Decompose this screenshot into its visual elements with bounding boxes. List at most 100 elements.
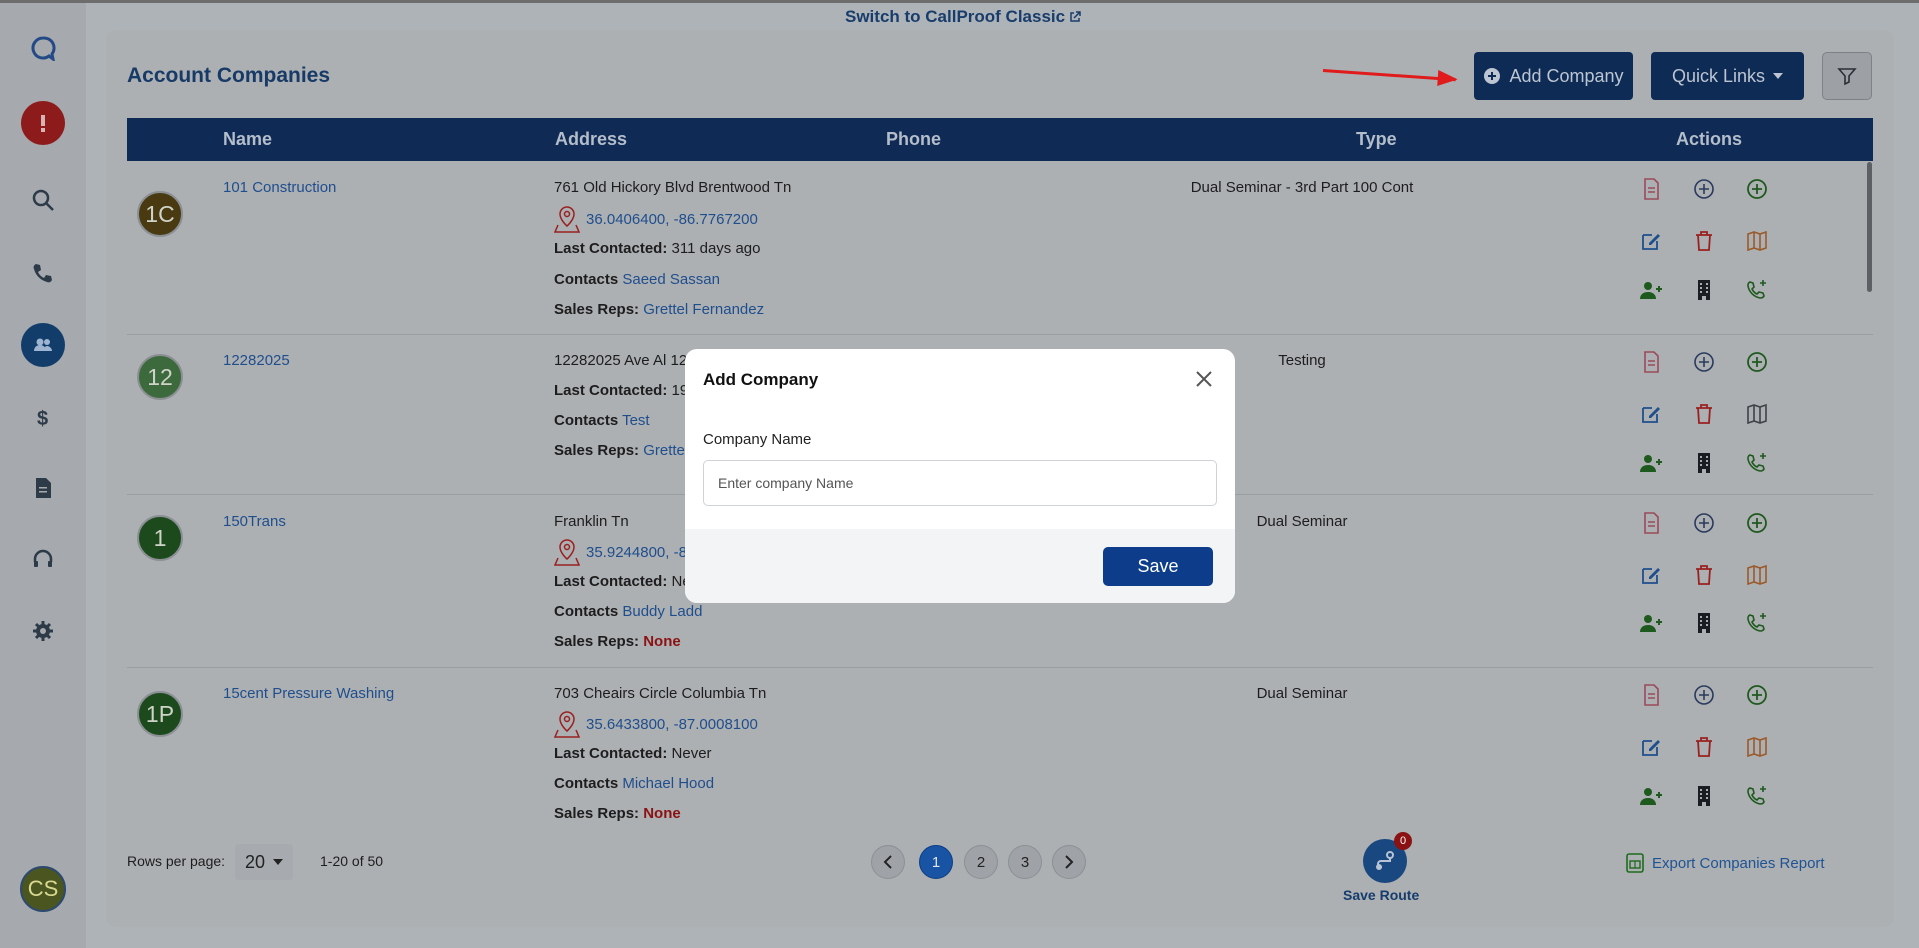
add-circle-icon[interactable] [1691,682,1717,708]
table-scrollbar[interactable] [1867,162,1872,292]
company-avatar: 1P [137,691,183,737]
user-avatar[interactable]: CS [20,866,66,912]
next-page-button[interactable] [1052,845,1086,879]
add-green-icon[interactable] [1744,510,1770,536]
switch-classic-link[interactable]: Switch to CallProof Classic [845,7,1081,27]
sales-rep-link[interactable]: Grettel [643,442,688,459]
export-report-label: Export Companies Report [1652,854,1825,872]
save-button[interactable]: Save [1103,547,1213,586]
sales-rep-link[interactable]: Grettel Fernandez [643,301,764,318]
add-contact-icon[interactable] [1638,450,1664,476]
edit-icon[interactable] [1638,734,1664,760]
company-type: Dual Seminar - 3rd Part 100 Cont [1190,179,1414,196]
company-name-link[interactable]: 150Trans [223,513,286,530]
coords-link[interactable]: 35.9244800, -8 [586,544,687,561]
delete-icon[interactable] [1691,734,1717,760]
add-circle-icon[interactable] [1691,349,1717,375]
gear-icon[interactable] [21,609,65,653]
company-name-link[interactable]: 15cent Pressure Washing [223,685,394,702]
dollar-icon[interactable]: $ [21,395,65,439]
edit-icon[interactable] [1638,401,1664,427]
coords-link[interactable]: 36.0406400, -86.7767200 [586,211,758,228]
add-circle-icon[interactable] [1691,510,1717,536]
add-green-icon[interactable] [1744,349,1770,375]
export-report-link[interactable]: Export Companies Report [1626,853,1825,873]
notes-icon[interactable] [1638,176,1664,202]
company-name-link[interactable]: 12282025 [223,352,290,369]
close-icon[interactable] [1190,365,1218,393]
coords-link[interactable]: 35.6433800, -87.0008100 [586,716,758,733]
edit-icon[interactable] [1638,562,1664,588]
prev-page-button[interactable] [871,845,905,879]
add-contact-icon[interactable] [1638,277,1664,303]
alert-icon[interactable] [21,101,65,145]
map-icon[interactable] [1744,734,1770,760]
map-icon[interactable] [1744,401,1770,427]
header-name[interactable]: Name [223,129,272,150]
company-name-link[interactable]: 101 Construction [223,179,336,196]
contact-link[interactable]: Buddy Ladd [622,603,702,620]
rows-per-page-select[interactable]: 20 [235,844,293,880]
add-call-icon[interactable] [1744,450,1770,476]
building-icon[interactable] [1691,450,1717,476]
page-button-3[interactable]: 3 [1008,845,1042,879]
last-contacted-value: 311 days ago [671,240,761,257]
save-route-label[interactable]: Save Route [1343,887,1419,903]
rows-per-page-value: 20 [244,851,266,872]
page-button-2[interactable]: 2 [964,845,998,879]
building-icon[interactable] [1691,783,1717,809]
delete-icon[interactable] [1691,562,1717,588]
quick-links-button[interactable]: Quick Links [1651,52,1804,100]
contact-link[interactable]: Michael Hood [622,775,714,792]
company-address: 703 Cheairs Circle Columbia Tn [554,685,767,702]
company-coords[interactable]: 35.6433800, -87.0008100 [554,710,758,738]
building-icon[interactable] [1691,277,1717,303]
add-contact-icon[interactable] [1638,610,1664,636]
page-range: 1-20 of 50 [320,853,384,869]
building-icon[interactable] [1691,610,1717,636]
edit-icon[interactable] [1638,228,1664,254]
company-name-input[interactable] [703,460,1217,506]
company-coords[interactable]: 36.0406400, -86.7767200 [554,205,758,233]
add-contact-icon[interactable] [1638,783,1664,809]
document-icon[interactable] [21,466,65,510]
headset-icon[interactable] [21,538,65,582]
search-icon[interactable] [21,178,65,222]
header-phone[interactable]: Phone [886,129,941,150]
notes-icon[interactable] [1638,510,1664,536]
add-call-icon[interactable] [1744,610,1770,636]
map-icon[interactable] [1744,228,1770,254]
delete-icon[interactable] [1691,228,1717,254]
map-icon[interactable] [1744,562,1770,588]
page-button-1[interactable]: 1 [919,845,953,879]
add-green-icon[interactable] [1744,682,1770,708]
contact-link[interactable]: Test [622,412,650,429]
table-row: 1C 101 Construction 761 Old Hickory Blvd… [127,161,1873,335]
notes-icon[interactable] [1638,349,1664,375]
people-icon[interactable] [21,323,65,367]
add-company-button[interactable]: Add Company [1474,52,1633,100]
header-address[interactable]: Address [555,129,627,150]
filter-button[interactable] [1822,52,1872,100]
chevron-right-icon [1065,855,1074,869]
phone-icon[interactable] [21,251,65,295]
sales-reps: Sales Reps: Grettel [554,442,688,459]
modal-title: Add Company [703,370,819,389]
sales-reps-label: Sales Reps: [554,633,640,650]
contact-link[interactable]: Saeed Sassan [622,271,720,288]
add-circle-icon[interactable] [1691,176,1717,202]
delete-icon[interactable] [1691,401,1717,427]
notes-icon[interactable] [1638,682,1664,708]
top-strip [0,0,1919,3]
add-green-icon[interactable] [1744,176,1770,202]
add-call-icon[interactable] [1744,783,1770,809]
company-address: Franklin Tn [554,513,629,530]
logo-icon[interactable] [21,26,65,70]
add-call-icon[interactable] [1744,277,1770,303]
add-company-modal: Add Company Company Name Save [685,349,1235,603]
last-contacted-label: Last Contacted: [554,745,668,762]
page-title: Account Companies [127,64,331,87]
header-type[interactable]: Type [1356,129,1397,150]
company-coords[interactable]: 35.9244800, -8 [554,538,687,566]
rows-per-page-label: Rows per page: [127,853,226,869]
